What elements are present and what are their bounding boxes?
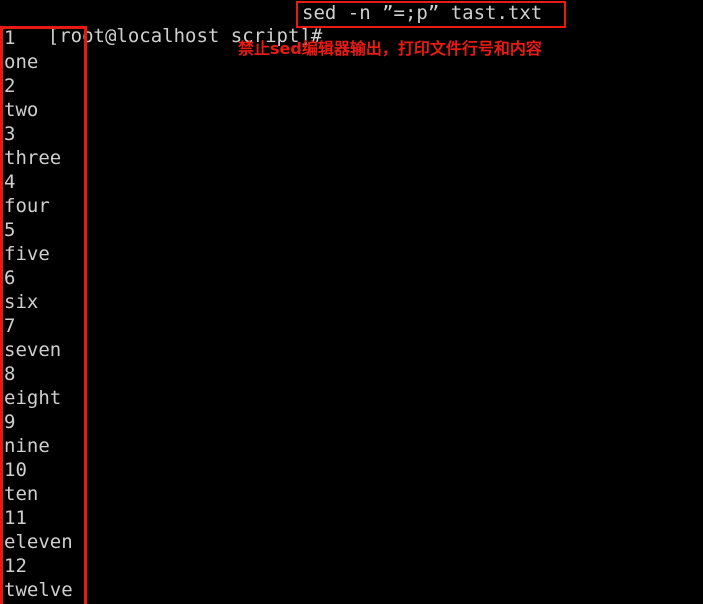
output-line: eight xyxy=(4,387,62,409)
output-line: three xyxy=(4,147,62,169)
output-line: five xyxy=(4,243,50,265)
shell-prompt-line: [root@localhost script]# xyxy=(2,0,323,47)
output-line: 10 xyxy=(4,459,27,481)
output-line: six xyxy=(4,291,39,313)
output-line: 6 xyxy=(4,267,16,289)
command-highlight-box xyxy=(296,1,566,28)
output-line: 4 xyxy=(4,171,16,193)
output-line: 8 xyxy=(4,363,16,385)
output-line: four xyxy=(4,195,50,217)
output-line: 7 xyxy=(4,315,16,337)
output-line: two xyxy=(4,99,39,121)
output-line: 2 xyxy=(4,75,16,97)
output-line: ten xyxy=(4,483,39,505)
output-line: one xyxy=(4,51,39,73)
output-line: seven xyxy=(4,339,62,361)
output-line: 12 xyxy=(4,555,27,577)
annotation-note: 禁止sed编辑器输出，打印文件行号和内容 xyxy=(238,39,542,58)
output-line: 9 xyxy=(4,411,16,433)
command-output: 1 one 2 two 3 three 4 four 5 five 6 six 7 seven 8 eight… xyxy=(4,26,144,602)
output-line: eleven xyxy=(4,531,73,553)
terminal-window[interactable]: [root@localhost script]# sed -n ”=;p” ta… xyxy=(0,0,703,604)
output-line: twelve xyxy=(4,579,73,601)
output-line: 3 xyxy=(4,123,16,145)
output-line: 11 xyxy=(4,507,27,529)
output-line: 1 xyxy=(4,27,16,49)
output-line: 5 xyxy=(4,219,16,241)
output-line: nine xyxy=(4,435,50,457)
